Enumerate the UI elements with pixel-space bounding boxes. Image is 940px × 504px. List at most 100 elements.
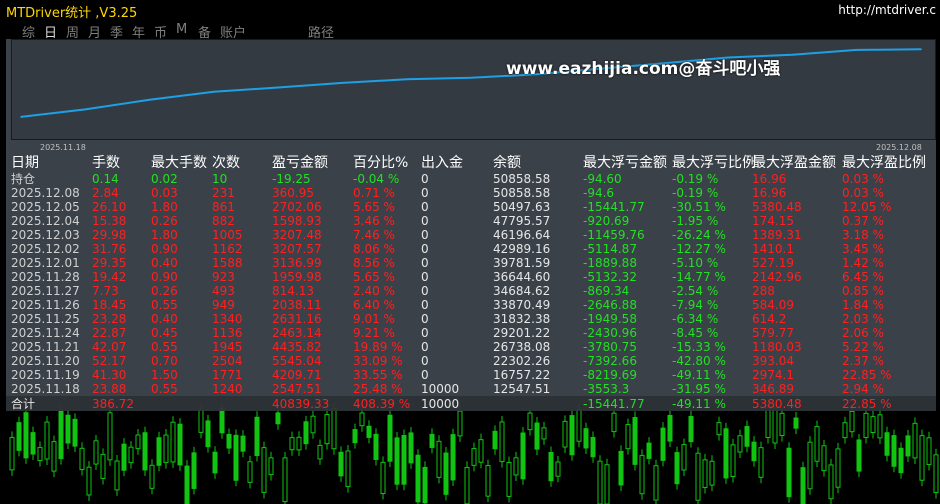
candle-body [51,441,57,472]
cell-max-float-profit-pct: 1.42 % [842,256,884,270]
cell-date: 2025.11.28 [11,270,80,284]
cell-balance: 34684.62 [493,284,551,298]
candle-body [611,412,617,433]
candle-body [534,422,540,450]
cell-pct: 33.55 % [353,368,403,382]
cell-count: 882 [212,214,235,228]
website-link[interactable]: http://mtdriver.c [838,3,936,17]
candle-body [618,450,624,486]
candle-body [765,407,771,438]
cell-max-float-profit-pct: 22.85 % [842,397,892,411]
candle-body [688,415,694,443]
candle-body [86,466,92,496]
equity-point [84,108,87,111]
cell-lots: 23.28 [92,312,127,326]
cell-count: 923 [212,270,235,284]
cell-pct: 0.71 % [353,186,395,200]
candle-body [772,407,778,444]
candle-body [674,452,680,485]
watermark-text: www.eazhijia.com@奋斗吧小强 [506,59,781,79]
cell-lots: 26.10 [92,200,127,214]
candle-body [324,414,330,445]
cell-balance: 36644.60 [493,270,551,284]
tab-magic[interactable]: M [176,22,187,37]
candle-body [16,422,22,451]
cell-date: 2025.11.18 [11,382,80,396]
candle-body [436,440,442,478]
candle-body [275,412,281,425]
cell-max-lots: 0.02 [151,172,178,186]
table-row: 2025.11.21 42.07 0.55 1945 4435.82 19.89 % 0 26… [0,340,940,354]
cell-pct: 8.06 % [353,242,395,256]
cell-max-float-loss-pct: -49.11 % [672,397,726,411]
candle-body [905,435,911,457]
equity-start-date: 2025.11.18 [40,143,86,152]
cell-max-float-loss-pct: -8.45 % [672,326,719,340]
candle-body [604,464,610,504]
cell-max-float-profit-pct: 22.85 % [842,368,892,382]
cell-deposit: 0 [421,186,429,200]
candle-body [247,461,253,483]
candle-body [317,444,323,460]
candle-body [310,415,316,434]
cell-max-lots: 0.40 [151,256,178,270]
candle-body [758,447,764,478]
table-row: 2025.11.24 22.87 0.45 1136 2463.14 9.21 % 0 292… [0,326,940,340]
candle-body [394,437,400,485]
candle-body [37,446,43,462]
candle-body [681,444,687,471]
table-total-row: 合计 386.72 40839.33 408.39 % 10000 -15441.77 -4… [0,397,940,411]
cell-max-float-profit: 393.04 [752,354,794,368]
cell-pct: -0.04 % [353,172,400,186]
candle-body [576,409,582,442]
cell-lots: 31.76 [92,242,127,256]
candle-body [387,414,393,462]
cell-date: 2025.11.19 [11,368,80,382]
candle-body [135,434,141,450]
cell-max-lots: 0.55 [151,382,178,396]
cell-max-float-profit: 2974.1 [752,368,794,382]
cell-max-float-profit-pct: 2.03 % [842,312,884,326]
cell-deposit: 0 [421,200,429,214]
candle-body [779,412,785,437]
cell-max-float-loss: -1949.58 [583,312,637,326]
cell-max-float-loss: -3553.3 [583,382,630,396]
cell-max-float-loss-pct: -42.80 % [672,354,726,368]
cell-max-float-profit-pct: 3.45 % [842,242,884,256]
candle-body [156,437,162,466]
cell-count: 231 [212,186,235,200]
cell-balance: 33870.49 [493,298,551,312]
cell-max-float-profit-pct: 1.84 % [842,298,884,312]
cell-max-float-profit: 614.2 [752,312,787,326]
candle-body [471,448,477,466]
equity-end-date: 2025.12.08 [876,143,922,152]
candle-body [359,412,365,427]
candle-body [331,408,337,450]
cell-max-float-profit-pct: 5.22 % [842,340,884,354]
candle-body [240,435,246,452]
cell-pnl: 40839.33 [272,397,330,411]
candle-body [856,439,862,472]
cell-balance: 16757.22 [493,368,551,382]
cell-max-float-loss: -5114.87 [583,242,637,256]
cell-date: 2025.12.03 [11,228,80,242]
cell-count: 493 [212,284,235,298]
candle-body [177,423,183,466]
cell-balance: 12547.51 [493,382,551,396]
cell-max-float-loss: -5132.32 [583,270,637,284]
cell-max-float-loss: -94.60 [583,172,622,186]
equity-point [213,91,215,93]
candle-body [744,426,750,447]
cell-pnl: 2038.11 [272,298,322,312]
candle-body [268,457,274,476]
candle-body [793,417,799,429]
cell-balance: 47795.57 [493,214,551,228]
candle-body [667,414,673,442]
cell-pct: 2.40 % [353,284,395,298]
equity-point [341,82,344,84]
candle-body [695,452,701,501]
cell-count: 1771 [212,368,243,382]
cell-max-float-loss-pct: -31.95 % [672,382,726,396]
cell-balance: 29201.22 [493,326,551,340]
candle-body [814,426,820,462]
